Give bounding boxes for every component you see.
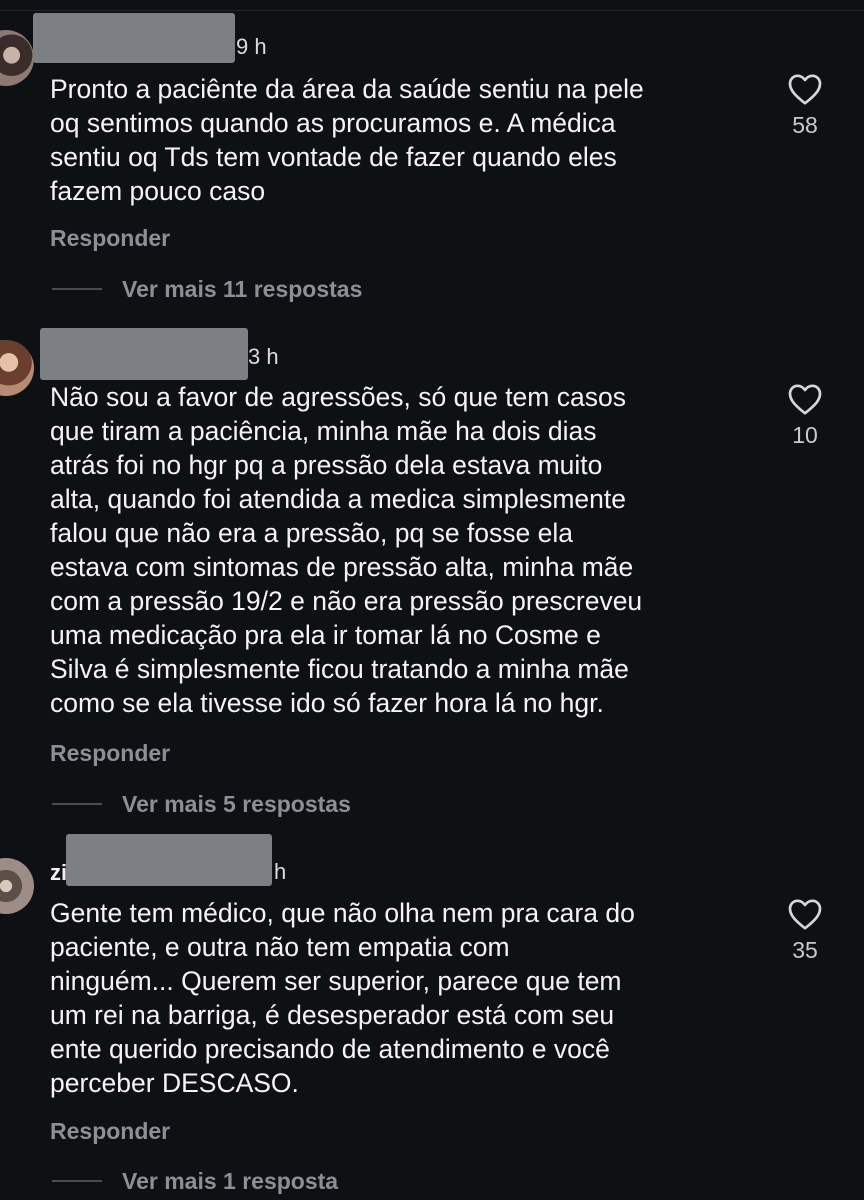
comment-text-line: sentiu oq Tds tem vontade de fazer quand… (50, 142, 617, 172)
like-count: 35 (792, 937, 818, 963)
top-divider (0, 10, 864, 11)
heart-outline-icon (788, 384, 822, 415)
comment-text-line: ente querido precisando de atendimento e… (50, 1034, 610, 1064)
reply-button[interactable]: Responder (50, 740, 170, 767)
view-more-replies[interactable]: Ver mais 11 respostas (52, 274, 362, 304)
comment-text-line: estava com sintomas de pressão alta, min… (50, 552, 634, 582)
thread-line (52, 288, 102, 290)
comment-text-line: perceber DESCASO. (50, 1068, 299, 1098)
comment-text-line: Gente tem médico, que não olha nem pra c… (50, 898, 635, 928)
comment-text-line: paciente, e outra não tem empatia com (50, 932, 510, 962)
like-count: 58 (792, 112, 818, 138)
comment-time: 3 h (248, 344, 279, 369)
comment-time: 9 h (236, 34, 267, 59)
comment-text-line: com a pressão 19/2 e não era pressão pre… (50, 586, 643, 616)
redacted-username (40, 328, 248, 380)
reply-button[interactable]: Responder (50, 225, 170, 252)
like-count: 10 (792, 422, 818, 448)
redacted-username (33, 13, 235, 63)
reply-button[interactable]: Responder (50, 1118, 170, 1145)
comment-username[interactable]: zi (50, 860, 67, 886)
comment-text: Pronto a paciênte da área da saúde senti… (50, 72, 750, 208)
comment-text: Não sou a favor de agressões, só que tem… (50, 380, 750, 720)
view-more-replies-label: Ver mais 5 respostas (122, 790, 351, 817)
like-button[interactable]: 58 (780, 72, 830, 139)
comment-text-line: Silva é simplesmente ficou tratando a mi… (50, 654, 629, 684)
comment-time: h (274, 859, 287, 884)
comment-text-line: alta, quando foi atendida a medica simpl… (50, 484, 626, 514)
avatar[interactable] (0, 340, 34, 396)
heart-outline-icon (788, 74, 822, 105)
thread-line (52, 803, 102, 805)
comment-text-line: Não sou a favor de agressões, só que tem… (50, 382, 626, 412)
view-more-replies-label: Ver mais 1 resposta (122, 1167, 339, 1194)
redacted-username (66, 834, 272, 886)
comment-text: Gente tem médico, que não olha nem pra c… (50, 896, 750, 1100)
comment-text-line: um rei na barriga, é desesperador está c… (50, 1000, 615, 1030)
comment-text-line: ninguém... Querem ser superior, parece q… (50, 966, 622, 996)
avatar[interactable] (0, 30, 34, 86)
comment-text-line: que tiram a paciência, minha mãe ha dois… (50, 416, 597, 446)
like-button[interactable]: 10 (780, 382, 830, 449)
comment-text-line: falou que não era a pressão, pq se fosse… (50, 518, 573, 548)
thread-line (52, 1180, 102, 1182)
comment-text-line: oq sentimos quando as procuramos e. A mé… (50, 108, 616, 138)
view-more-replies-label: Ver mais 11 respostas (122, 275, 363, 302)
view-more-replies[interactable]: Ver mais 1 resposta (52, 1166, 338, 1196)
comment-text-line: atrás foi no hgr pq a pressão dela estav… (50, 450, 603, 480)
comment-text-line: uma medicação pra ela ir tomar lá no Cos… (50, 620, 601, 650)
like-button[interactable]: 35 (780, 897, 830, 964)
comment-text-line: Pronto a paciênte da área da saúde senti… (50, 74, 644, 104)
heart-outline-icon (788, 899, 822, 930)
avatar[interactable] (0, 858, 34, 914)
view-more-replies[interactable]: Ver mais 5 respostas (52, 789, 351, 819)
comment-text-line: como se ela tivesse ido só fazer hora lá… (50, 688, 604, 718)
comment-text-line: fazem pouco caso (50, 176, 266, 206)
